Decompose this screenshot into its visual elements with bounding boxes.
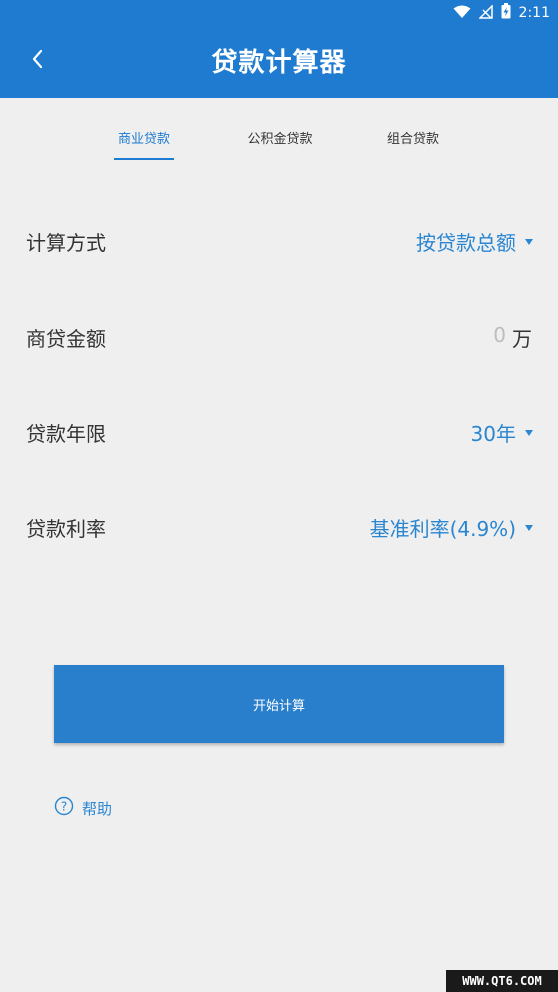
loan-term-label: 贷款年限 — [26, 422, 106, 446]
start-calculation-button[interactable]: 开始计算 — [54, 665, 504, 743]
question-circle-icon: ? — [54, 796, 74, 820]
calculation-method-select[interactable]: 按贷款总额 — [416, 227, 516, 256]
loan-term-select[interactable]: 30年 — [471, 418, 516, 447]
battery-charging-icon — [501, 3, 511, 23]
loan-rate-row[interactable]: 贷款利率 基准利率(4.9%) — [0, 501, 558, 551]
loan-rate-select[interactable]: 基准利率(4.9%) — [370, 513, 516, 542]
tab-bar: 商业贷款 公积金贷款 组合贷款 — [0, 98, 558, 164]
tab-commercial-loan[interactable]: 商业贷款 — [114, 128, 174, 147]
app-bar: 2:11 贷款计算器 — [0, 0, 558, 98]
loan-amount-unit: 万 — [512, 327, 532, 351]
site-watermark: WWW.QT6.COM — [446, 970, 558, 992]
tab-combination-loan[interactable]: 组合贷款 — [383, 128, 443, 147]
loan-amount-row: 商贷金额 万 — [0, 311, 558, 361]
active-tab-indicator — [114, 158, 174, 160]
status-time: 2:11 — [518, 5, 550, 21]
loan-rate-label: 贷款利率 — [26, 517, 106, 541]
help-label: 帮助 — [82, 799, 113, 818]
dropdown-arrow-icon — [525, 525, 533, 531]
help-link[interactable]: ? 帮助 — [54, 796, 113, 820]
calculation-method-label: 计算方式 — [26, 231, 106, 255]
dropdown-arrow-icon — [525, 239, 533, 245]
page-title: 贷款计算器 — [211, 48, 347, 78]
calculation-method-row[interactable]: 计算方式 按贷款总额 — [0, 215, 558, 265]
loan-amount-input[interactable] — [386, 323, 506, 347]
tab-provident-fund-loan[interactable]: 公积金贷款 — [240, 128, 320, 147]
no-signal-icon — [477, 3, 493, 23]
loan-term-row[interactable]: 贷款年限 30年 — [0, 406, 558, 456]
status-bar: 2:11 — [453, 2, 550, 24]
wifi-icon — [453, 4, 471, 23]
dropdown-arrow-icon — [525, 430, 533, 436]
svg-text:?: ? — [61, 800, 67, 814]
loan-amount-label: 商贷金额 — [26, 327, 106, 351]
